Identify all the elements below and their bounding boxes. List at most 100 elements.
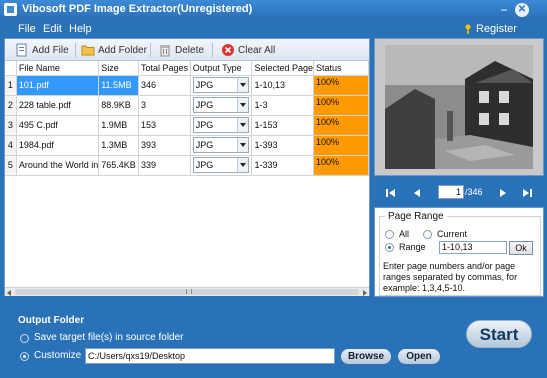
- row-number: 1: [5, 75, 17, 96]
- start-button[interactable]: Start: [466, 320, 532, 348]
- row-number: 4: [5, 135, 17, 156]
- column-header-output-type[interactable]: Output Type: [190, 61, 253, 76]
- key-icon: [465, 24, 471, 34]
- file-table: File Name Size Total Pages Output Type S…: [5, 61, 369, 287]
- menu-file[interactable]: File: [18, 23, 36, 35]
- menu-edit[interactable]: Edit: [43, 23, 62, 35]
- table-row[interactable]: 1 101.pdf 11.5MB 346 JPG 1-10,13 100%: [5, 75, 369, 96]
- range-all-radio[interactable]: [385, 230, 394, 239]
- total-pages-cell: 339: [138, 155, 191, 176]
- delete-button[interactable]: Delete: [158, 41, 204, 59]
- output-type-value: JPG: [195, 140, 214, 150]
- table-row[interactable]: 4 1984.pdf 1.3MB 393 JPG 1-393 100%: [5, 135, 369, 156]
- size-cell: 88.9KB: [98, 95, 139, 116]
- selected-page-cell[interactable]: 1-339: [251, 155, 314, 176]
- row-number: 3: [5, 115, 17, 136]
- output-type-select[interactable]: JPG: [192, 157, 249, 173]
- size-cell: 765.4KB: [98, 155, 139, 176]
- column-header-selected-page[interactable]: Selected Page: [251, 61, 314, 76]
- column-header-file-name[interactable]: File Name: [16, 61, 100, 76]
- output-type-select[interactable]: JPG: [192, 77, 249, 93]
- output-type-value: JPG: [195, 80, 214, 90]
- total-pages-cell: 346: [138, 75, 191, 96]
- customize-label: Customize: [34, 350, 82, 361]
- selected-page-cell[interactable]: 1-153: [251, 115, 314, 136]
- scroll-right-icon[interactable]: [363, 290, 367, 296]
- page-range-panel: Page Range All Current Range 1-10,13 Ok …: [374, 207, 544, 297]
- add-folder-label: Add Folder: [98, 44, 147, 56]
- close-button[interactable]: ✕: [515, 3, 529, 17]
- add-folder-button[interactable]: Add Folder: [81, 41, 147, 59]
- dropdown-arrow-icon[interactable]: [236, 158, 248, 172]
- selected-page-cell[interactable]: 1-10,13: [251, 75, 314, 96]
- output-folder-title: Output Folder: [18, 315, 85, 326]
- range-input[interactable]: 1-10,13: [439, 241, 507, 254]
- browse-button[interactable]: Browse: [341, 349, 391, 364]
- column-header-status[interactable]: Status: [313, 61, 369, 76]
- first-page-icon[interactable]: [386, 188, 396, 198]
- selected-page-cell[interactable]: 1-393: [251, 135, 314, 156]
- output-type-select[interactable]: JPG: [192, 97, 249, 113]
- file-list-panel: Add File Add Folder Delete Clear All Fil…: [4, 38, 370, 296]
- source-folder-label: Save target file(s) in source folder: [34, 332, 184, 343]
- column-header-total-pages[interactable]: Total Pages: [138, 61, 191, 76]
- output-type-select[interactable]: JPG: [192, 137, 249, 153]
- size-cell: 11.5MB: [98, 75, 139, 96]
- dropdown-arrow-icon[interactable]: [236, 138, 248, 152]
- range-custom-radio[interactable]: [385, 243, 394, 252]
- preview-image: [375, 39, 543, 175]
- file-name-cell[interactable]: 228 table.pdf: [16, 95, 100, 116]
- menu-help[interactable]: Help: [69, 23, 92, 35]
- column-header-rownum: [5, 61, 17, 76]
- table-row[interactable]: 5 Around the World in 765.4KB 339 JPG 1-…: [5, 155, 369, 176]
- folder-icon: [81, 45, 95, 56]
- title-bar: Vibosoft PDF Image Extractor(Unregistere…: [0, 0, 547, 20]
- output-type-cell: JPG: [190, 135, 253, 156]
- output-type-cell: JPG: [190, 75, 253, 96]
- scroll-grip-icon: [186, 289, 192, 294]
- last-page-icon[interactable]: [522, 188, 532, 198]
- menu-bar: File Edit Help Register: [0, 20, 547, 38]
- horizontal-scrollbar[interactable]: [5, 287, 369, 296]
- row-number: 5: [5, 155, 17, 176]
- toolbar-divider: [75, 43, 76, 57]
- register-link[interactable]: Register: [476, 23, 517, 35]
- dropdown-arrow-icon[interactable]: [236, 118, 248, 132]
- source-folder-radio[interactable]: [20, 334, 29, 343]
- scroll-left-icon[interactable]: [7, 290, 11, 296]
- total-pages-cell: 153: [138, 115, 191, 136]
- output-path-input[interactable]: C:/Users/qxs19/Desktop: [85, 348, 335, 364]
- selected-page-cell[interactable]: 1-3: [251, 95, 314, 116]
- range-current-radio[interactable]: [423, 230, 432, 239]
- total-pages-cell: 3: [138, 95, 191, 116]
- clear-icon: [222, 44, 234, 56]
- output-type-value: JPG: [195, 160, 214, 170]
- dropdown-arrow-icon[interactable]: [236, 78, 248, 92]
- file-name-cell[interactable]: 495 C.pdf: [16, 115, 100, 136]
- output-type-cell: JPG: [190, 155, 253, 176]
- current-page-input[interactable]: 1: [438, 185, 464, 199]
- page-range-title: Page Range: [385, 211, 447, 222]
- file-name-cell[interactable]: 101.pdf: [16, 75, 100, 96]
- add-file-button[interactable]: Add File: [15, 41, 69, 59]
- dropdown-arrow-icon[interactable]: [236, 98, 248, 112]
- minimize-button[interactable]: −: [497, 3, 511, 17]
- table-row[interactable]: 2 228 table.pdf 88.9KB 3 JPG 1-3 100%: [5, 95, 369, 116]
- output-type-value: JPG: [195, 120, 214, 130]
- file-name-cell[interactable]: Around the World in: [16, 155, 100, 176]
- app-icon: [4, 3, 17, 16]
- delete-label: Delete: [175, 44, 204, 56]
- customize-radio[interactable]: [20, 352, 29, 361]
- clear-all-button[interactable]: Clear All: [221, 41, 275, 59]
- file-name-cell[interactable]: 1984.pdf: [16, 135, 100, 156]
- output-type-cell: JPG: [190, 115, 253, 136]
- status-cell: 100%: [313, 135, 369, 156]
- previous-page-icon[interactable]: [412, 188, 422, 198]
- open-button[interactable]: Open: [398, 349, 440, 364]
- table-row[interactable]: 3 495 C.pdf 1.9MB 153 JPG 1-153 100%: [5, 115, 369, 136]
- output-type-select[interactable]: JPG: [192, 117, 249, 133]
- page-navigation: 1 /346: [374, 177, 544, 207]
- next-page-icon[interactable]: [498, 188, 508, 198]
- ok-button[interactable]: Ok: [509, 241, 533, 255]
- column-header-size[interactable]: Size: [98, 61, 139, 76]
